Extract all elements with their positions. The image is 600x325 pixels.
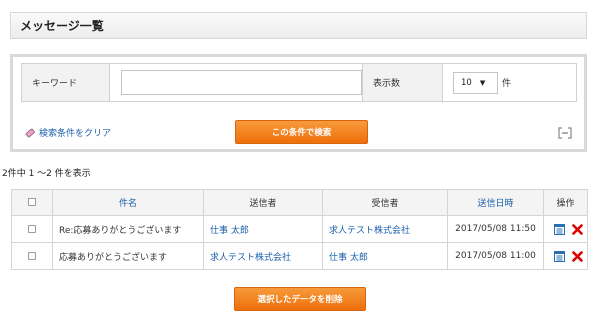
row-sent-at: 2017/05/08 11:50 — [447, 215, 544, 243]
column-sender: 送信者 — [203, 189, 323, 216]
count-label: 表示数 — [363, 64, 443, 101]
clear-search-link[interactable]: 検索条件をクリア — [25, 126, 111, 139]
row-subject: 応募ありがとうございます — [52, 242, 204, 270]
search-button[interactable]: この条件で検索 — [235, 120, 368, 144]
row-sender-link[interactable]: 仕事 太郎 — [210, 226, 249, 236]
delete-selected-button[interactable]: 選択したデータを削除 — [234, 287, 366, 311]
table-header-row: 件名 送信者 受信者 送信日時 操作 — [11, 189, 588, 216]
collapse-icon[interactable] — [558, 127, 572, 139]
row-checkbox[interactable] — [28, 251, 36, 260]
chevron-down-icon: ▼ — [479, 78, 486, 87]
delete-selected-label: 選択したデータを削除 — [257, 295, 343, 305]
select-all-checkbox[interactable] — [28, 198, 36, 206]
keyword-input[interactable] — [121, 70, 362, 95]
count-select-value: 10 — [461, 77, 472, 88]
row-sender-cell: 求人テスト株式会社 — [203, 242, 323, 270]
count-select[interactable]: 10 ▼ — [453, 71, 498, 94]
row-sender-cell: 仕事 太郎 — [203, 215, 323, 243]
column-subject[interactable]: 件名 — [52, 189, 204, 216]
row-subject: Re:応募ありがとうございます — [52, 215, 204, 243]
column-receiver: 受信者 — [322, 189, 448, 216]
column-sent-at[interactable]: 送信日時 — [447, 189, 544, 216]
select-all-cell — [11, 189, 53, 216]
column-actions: 操作 — [543, 189, 588, 216]
eraser-icon — [25, 128, 35, 138]
row-sent-at: 2017/05/08 11:00 — [447, 242, 544, 270]
table-row: Re:応募ありがとうございます 仕事 太郎 求人テスト株式会社 2017/05/… — [11, 215, 588, 243]
row-actions — [543, 215, 588, 243]
row-receiver-cell: 仕事 太郎 — [322, 242, 448, 270]
clear-search-label: 検索条件をクリア — [39, 129, 112, 139]
message-table: 件名 送信者 受信者 送信日時 操作 Re:応募ありがとうございます 仕事 太郎… — [11, 189, 588, 270]
page-title: メッセージ一覧 — [10, 12, 587, 39]
row-select-cell — [11, 215, 53, 243]
row-actions — [543, 242, 588, 270]
delete-icon[interactable] — [572, 250, 583, 262]
table-row: 応募ありがとうございます 求人テスト株式会社 仕事 太郎 2017/05/08 … — [11, 242, 588, 270]
keyword-label: キーワード — [22, 64, 110, 101]
count-cell: 10 ▼ 件 — [443, 64, 576, 101]
search-button-label: この条件で検索 — [271, 128, 332, 138]
search-form-table: キーワード 表示数 10 ▼ 件 — [21, 63, 577, 102]
keyword-cell — [110, 64, 363, 101]
count-unit: 件 — [502, 79, 512, 89]
result-count: 2件中 1 〜2 件を表示 — [2, 169, 91, 179]
row-checkbox[interactable] — [28, 224, 36, 233]
row-receiver-cell: 求人テスト株式会社 — [322, 215, 448, 243]
row-receiver-link[interactable]: 求人テスト株式会社 — [329, 226, 410, 236]
row-select-cell — [11, 242, 53, 270]
row-receiver-link[interactable]: 仕事 太郎 — [329, 253, 368, 263]
search-panel: キーワード 表示数 10 ▼ 件 検索条件をクリア この条件で検索 — [10, 54, 587, 152]
row-sender-link[interactable]: 求人テスト株式会社 — [210, 253, 291, 263]
view-detail-icon[interactable] — [554, 223, 565, 235]
view-detail-icon[interactable] — [554, 250, 565, 262]
delete-icon[interactable] — [572, 223, 583, 235]
